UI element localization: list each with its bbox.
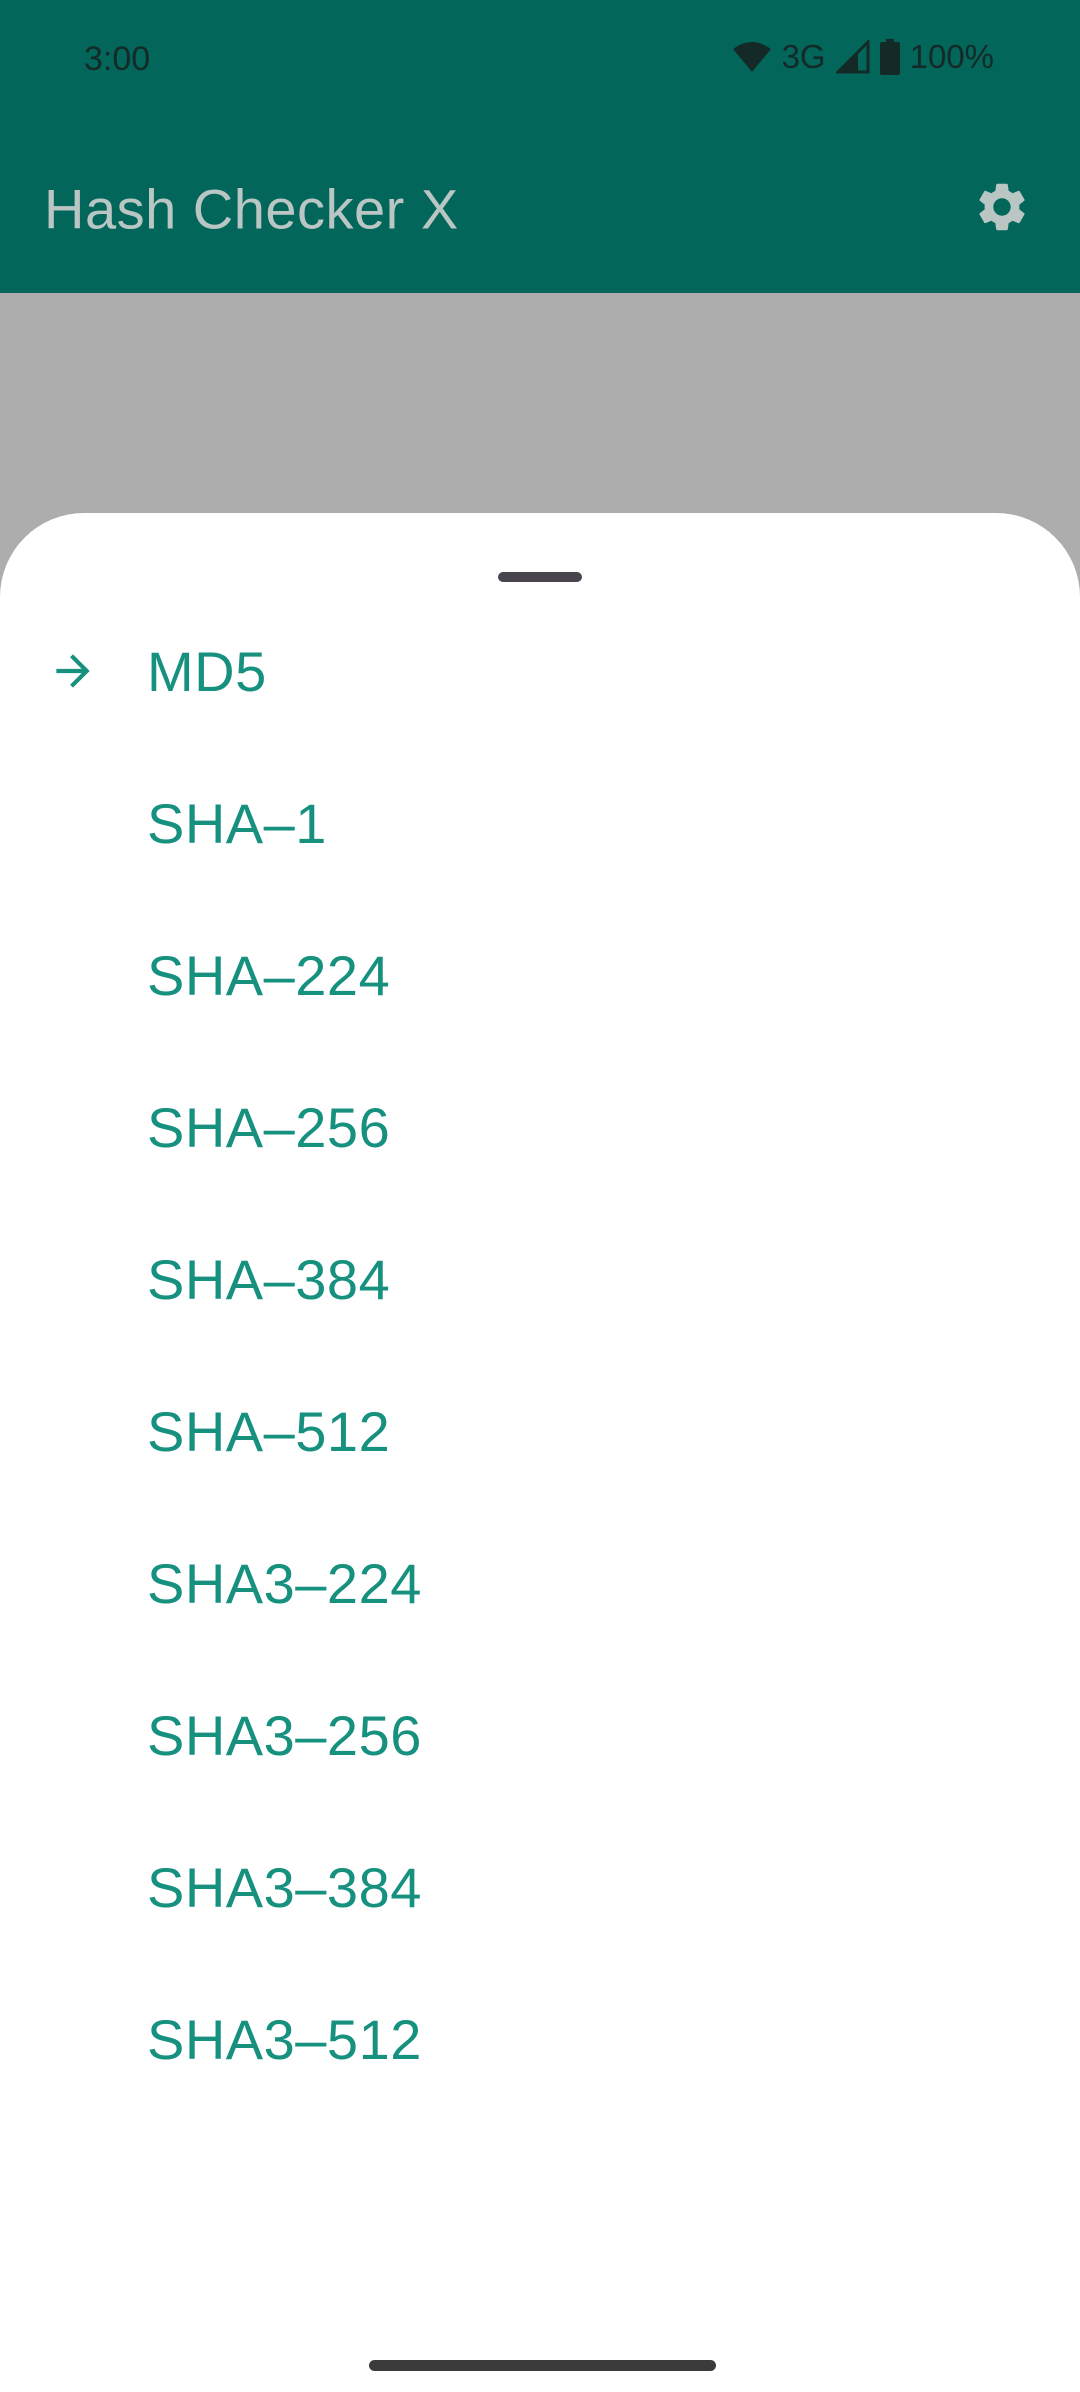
gesture-nav-bar[interactable] xyxy=(369,2360,716,2371)
hash-option-label: SHA–1 xyxy=(147,791,327,855)
signal-icon xyxy=(835,40,870,74)
app-title: Hash Checker X xyxy=(44,177,459,241)
battery-level: 100% xyxy=(909,38,994,75)
status-time: 3:00 xyxy=(84,40,151,78)
hash-type-bottom-sheet: MD5 SHA–1 SHA–224 SHA–256 SHA–384 SHA–512 SHA3… xyxy=(0,513,1080,2392)
hash-option-3[interactable]: SHA–224 xyxy=(0,899,1080,1051)
hash-option-2[interactable]: SHA–1 xyxy=(0,747,1080,899)
hash-option-1[interactable]: MD5 xyxy=(0,595,1080,747)
hash-option-10[interactable]: SHA3–512 xyxy=(0,1963,1080,2115)
hash-option-6[interactable]: SHA–512 xyxy=(0,1355,1080,1507)
hash-type-list: MD5 SHA–1 SHA–224 SHA–256 SHA–384 SHA–512 SHA3… xyxy=(0,595,1080,2115)
wifi-icon xyxy=(732,41,772,73)
status-icons: 3G 100% xyxy=(732,38,994,76)
hash-option-7[interactable]: SHA3–224 xyxy=(0,1507,1080,1659)
arrow-right-icon xyxy=(48,646,98,696)
hash-option-8[interactable]: SHA3–256 xyxy=(0,1659,1080,1811)
drag-handle[interactable] xyxy=(498,572,582,582)
hash-option-label: SHA3–384 xyxy=(147,1855,422,1919)
hash-option-label: SHA–224 xyxy=(147,943,391,1007)
settings-button[interactable] xyxy=(966,173,1038,245)
hash-option-label: SHA–512 xyxy=(147,1399,391,1463)
hash-option-label: SHA3–256 xyxy=(147,1703,422,1767)
hash-option-label: SHA3–224 xyxy=(147,1551,422,1615)
status-bar: 3:00 3G 100% xyxy=(0,0,1080,125)
hash-option-5[interactable]: SHA–384 xyxy=(0,1203,1080,1355)
hash-option-label: MD5 xyxy=(147,639,267,703)
hash-option-label: SHA–384 xyxy=(147,1247,391,1311)
hash-option-9[interactable]: SHA3–384 xyxy=(0,1811,1080,1963)
app-bar: Hash Checker X xyxy=(0,125,1080,293)
network-type: 3G xyxy=(781,38,826,75)
hash-option-label: SHA3–512 xyxy=(147,2007,422,2071)
hash-option-label: SHA–256 xyxy=(147,1095,391,1159)
battery-icon xyxy=(879,39,900,75)
hash-option-4[interactable]: SHA–256 xyxy=(0,1051,1080,1203)
gear-icon xyxy=(973,178,1031,241)
